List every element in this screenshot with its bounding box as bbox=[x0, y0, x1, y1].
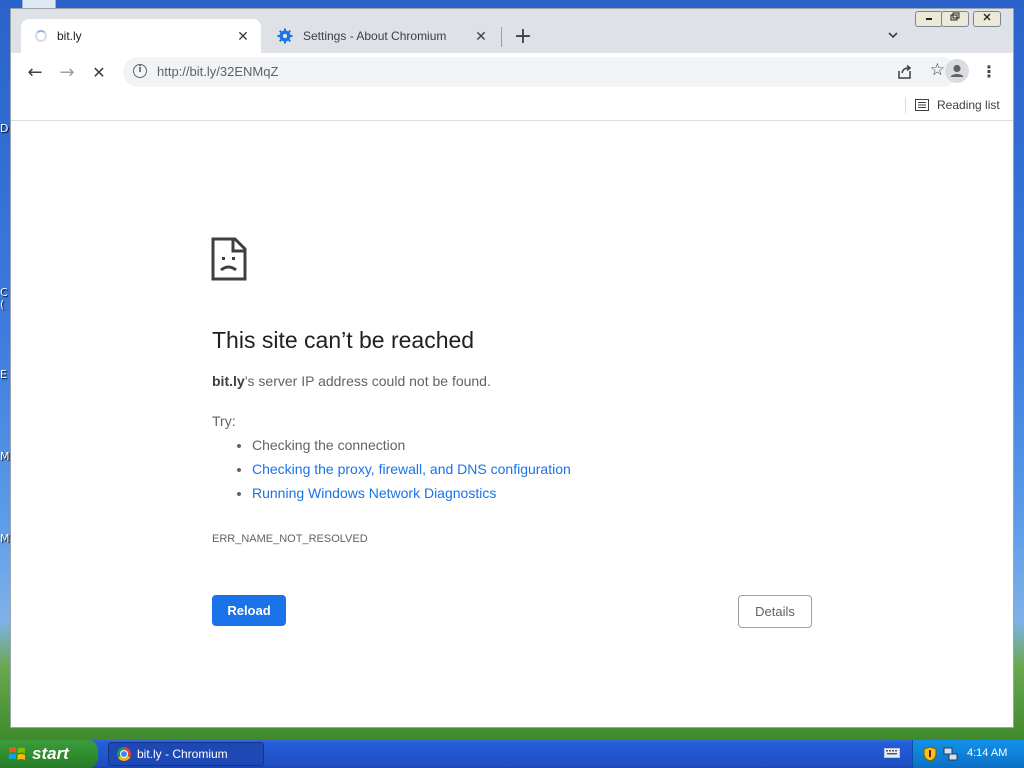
desktop-icon-label: ( bbox=[0, 298, 5, 311]
suggestion-text: Checking the connection bbox=[252, 437, 406, 453]
share-icon[interactable] bbox=[895, 62, 915, 82]
tab-title: bit.ly bbox=[57, 29, 82, 43]
error-message: bit.ly’s server IP address could not be … bbox=[212, 373, 491, 389]
taskbar-item-label: bit.ly - Chromium bbox=[137, 747, 228, 761]
close-icon bbox=[983, 13, 991, 21]
profile-icon[interactable] bbox=[945, 59, 969, 83]
back-button[interactable]: ← bbox=[21, 59, 49, 87]
system-tray: 4:14 AM bbox=[912, 740, 1024, 768]
sad-page-icon bbox=[211, 237, 247, 281]
tab-close-button[interactable]: ✕ bbox=[473, 28, 489, 44]
desktop-icon-label: M bbox=[0, 532, 10, 545]
error-page: This site can’t be reached bit.ly’s serv… bbox=[11, 121, 1013, 727]
reading-list-icon bbox=[915, 99, 929, 111]
try-label: Try: bbox=[212, 413, 236, 429]
desktop-icon-label: M bbox=[0, 450, 10, 463]
suggestion-item: Checking the proxy, firewall, and DNS co… bbox=[252, 461, 571, 485]
tab-bitly[interactable]: bit.ly ✕ bbox=[21, 19, 261, 53]
reload-button[interactable]: Reload bbox=[212, 595, 286, 626]
bookmarks-separator bbox=[905, 97, 906, 113]
new-tab-button[interactable]: + bbox=[511, 25, 535, 49]
stop-button[interactable]: ✕ bbox=[85, 59, 113, 87]
start-button[interactable]: start bbox=[0, 740, 98, 768]
security-shield-icon[interactable] bbox=[923, 746, 937, 762]
taskbar-item-chromium[interactable]: bit.ly - Chromium bbox=[108, 742, 264, 766]
tab-close-button[interactable]: ✕ bbox=[235, 28, 251, 44]
bookmarks-bar: Reading list bbox=[11, 91, 1013, 121]
chevron-down-icon bbox=[888, 32, 898, 39]
info-icon[interactable]: i bbox=[133, 64, 147, 78]
reading-list-label: Reading list bbox=[937, 98, 1000, 112]
bookmark-star-icon[interactable]: ☆ bbox=[930, 60, 945, 80]
chromium-icon bbox=[117, 747, 131, 761]
keyboard-icon[interactable] bbox=[884, 747, 900, 759]
minimize-button[interactable] bbox=[915, 11, 943, 27]
suggestion-link-diagnostics[interactable]: Running Windows Network Diagnostics bbox=[252, 485, 496, 501]
details-button[interactable]: Details bbox=[738, 595, 812, 628]
desktop-icon-label: E bbox=[0, 368, 7, 381]
suggestion-item: Running Windows Network Diagnostics bbox=[252, 485, 571, 509]
restore-icon bbox=[950, 12, 960, 21]
error-message-text: ’s server IP address could not be found. bbox=[244, 373, 491, 389]
minimize-icon bbox=[926, 18, 932, 20]
close-window-button[interactable] bbox=[973, 11, 1001, 27]
error-headline: This site can’t be reached bbox=[212, 327, 475, 353]
browser-window: bit.ly ✕ Settings - About Chromium ✕ + ←… bbox=[10, 8, 1014, 728]
tab-strip: bit.ly ✕ Settings - About Chromium ✕ + bbox=[11, 9, 1013, 53]
url-text[interactable]: http://bit.ly/32ENMqZ bbox=[157, 64, 278, 79]
menu-button[interactable]: ⋮ bbox=[979, 61, 999, 83]
suggestion-link-proxy[interactable]: Checking the proxy, firewall, and DNS co… bbox=[252, 461, 571, 477]
restore-button[interactable] bbox=[941, 11, 969, 27]
tab-separator bbox=[501, 27, 502, 47]
suggestion-item: Checking the connection bbox=[252, 437, 571, 461]
forward-button[interactable]: → bbox=[53, 59, 81, 87]
avatar bbox=[950, 64, 964, 77]
clock: 4:14 AM bbox=[967, 747, 1008, 759]
gear-icon bbox=[277, 28, 293, 44]
suggestions-list: Checking the connection Checking the pro… bbox=[212, 437, 571, 509]
taskbar: start bit.ly - Chromium 4:14 AM bbox=[0, 740, 1024, 768]
windows-flag-icon bbox=[9, 747, 25, 760]
network-icon[interactable] bbox=[943, 746, 959, 762]
tab-settings[interactable]: Settings - About Chromium ✕ bbox=[263, 19, 499, 53]
start-label: start bbox=[32, 744, 69, 763]
tab-title: Settings - About Chromium bbox=[303, 29, 447, 43]
address-bar[interactable]: i http://bit.ly/32ENMqZ ☆ bbox=[123, 57, 957, 87]
desktop-icon-label: D bbox=[0, 122, 9, 135]
reading-list-button[interactable]: Reading list bbox=[915, 95, 1000, 115]
tab-search-button[interactable] bbox=[883, 27, 903, 47]
error-code: ERR_NAME_NOT_RESOLVED bbox=[212, 533, 368, 545]
toolbar: ← → ✕ i http://bit.ly/32ENMqZ ☆ ⋮ bbox=[11, 53, 1013, 91]
error-host: bit.ly bbox=[212, 373, 245, 389]
spinner-icon bbox=[35, 30, 47, 42]
